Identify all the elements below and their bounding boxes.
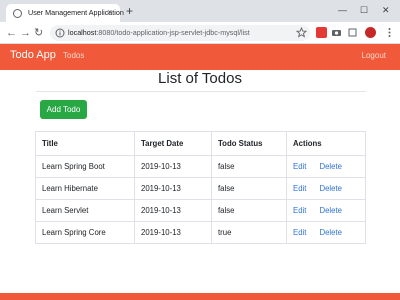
todo-status: false [211, 177, 287, 200]
delete-link[interactable]: Delete [319, 206, 342, 215]
todo-target-date: 2019-10-13 [134, 155, 212, 178]
todo-actions: Edit Delete [286, 155, 366, 178]
url-path: :8080/todo-application-jsp-servlet-jdbc-… [96, 28, 250, 37]
todo-target-date: 2019-10-13 [134, 177, 212, 200]
close-tab-icon[interactable]: × [107, 6, 112, 18]
url-text: localhost:8080/todo-application-jsp-serv… [68, 28, 250, 37]
todo-target-date: 2019-10-13 [134, 221, 212, 244]
globe-icon [13, 9, 22, 18]
browser-tab[interactable]: User Management Application × [6, 4, 124, 22]
todo-title: Learn Spring Boot [35, 155, 135, 178]
column-header-status: Todo Status [211, 131, 287, 156]
column-header-target-date: Target Date [134, 131, 212, 156]
table-header-row: Title Target Date Todo Status Actions [35, 131, 366, 156]
browser-titlebar: User Management Application × + — ☐ ✕ [0, 0, 400, 22]
edit-link[interactable]: Edit [293, 206, 306, 215]
todo-actions: Edit Delete [286, 199, 366, 222]
logout-link[interactable]: Logout [362, 51, 386, 60]
todo-actions: Edit Delete [286, 177, 366, 200]
puzzle-icon[interactable] [347, 27, 358, 38]
todo-title: Learn Servlet [35, 199, 135, 222]
table-row: Learn Spring Core 2019-10-13 true Edit De… [35, 221, 366, 244]
minimize-icon[interactable]: — [338, 4, 347, 16]
nav-link-todos[interactable]: Todos [63, 51, 84, 60]
app-footer [0, 293, 400, 300]
camera-icon[interactable] [331, 27, 342, 38]
url-host: localhost [68, 28, 97, 37]
page-title: List of Todos [158, 70, 242, 87]
brand-link[interactable]: Todo App [10, 49, 56, 61]
table-row: Learn Spring Boot 2019-10-13 false Edit D… [35, 155, 366, 178]
star-icon[interactable] [296, 27, 307, 38]
todo-table: Title Target Date Todo Status Actions Le… [35, 131, 366, 244]
back-icon[interactable]: ← [6, 26, 17, 40]
table-row: Learn Hibernate 2019-10-13 false Edit Del… [35, 177, 366, 200]
delete-link[interactable]: Delete [319, 184, 342, 193]
todo-status: false [211, 199, 287, 222]
edit-link[interactable]: Edit [293, 228, 306, 237]
profile-avatar-icon[interactable] [365, 27, 376, 38]
delete-link[interactable]: Delete [319, 228, 342, 237]
browser-toolbar: ← → ↻ localhost:8080/todo-application-js… [0, 22, 400, 44]
edit-link[interactable]: Edit [293, 162, 306, 171]
new-tab-button[interactable]: + [126, 4, 133, 18]
info-icon[interactable] [55, 28, 65, 38]
address-bar[interactable]: localhost:8080/todo-application-jsp-serv… [50, 25, 310, 41]
table-row: Learn Servlet 2019-10-13 false Edit Delet… [35, 199, 366, 222]
reload-icon[interactable]: ↻ [34, 26, 43, 40]
todo-title: Learn Spring Core [35, 221, 135, 244]
menu-icon[interactable] [384, 27, 395, 38]
column-header-actions: Actions [286, 131, 366, 156]
edit-link[interactable]: Edit [293, 184, 306, 193]
todo-actions: Edit Delete [286, 221, 366, 244]
app-navbar: Todo App Todos Logout [0, 44, 400, 70]
extension-icon[interactable] [316, 27, 327, 38]
divider [36, 91, 366, 92]
todo-status: true [211, 221, 287, 244]
maximize-icon[interactable]: ☐ [360, 4, 368, 16]
delete-link[interactable]: Delete [319, 162, 342, 171]
todo-status: false [211, 155, 287, 178]
todo-target-date: 2019-10-13 [134, 199, 212, 222]
forward-icon[interactable]: → [20, 26, 31, 40]
add-todo-button[interactable]: Add Todo [40, 100, 87, 119]
todo-title: Learn Hibernate [35, 177, 135, 200]
close-window-icon[interactable]: ✕ [382, 4, 390, 16]
column-header-title: Title [35, 131, 135, 156]
